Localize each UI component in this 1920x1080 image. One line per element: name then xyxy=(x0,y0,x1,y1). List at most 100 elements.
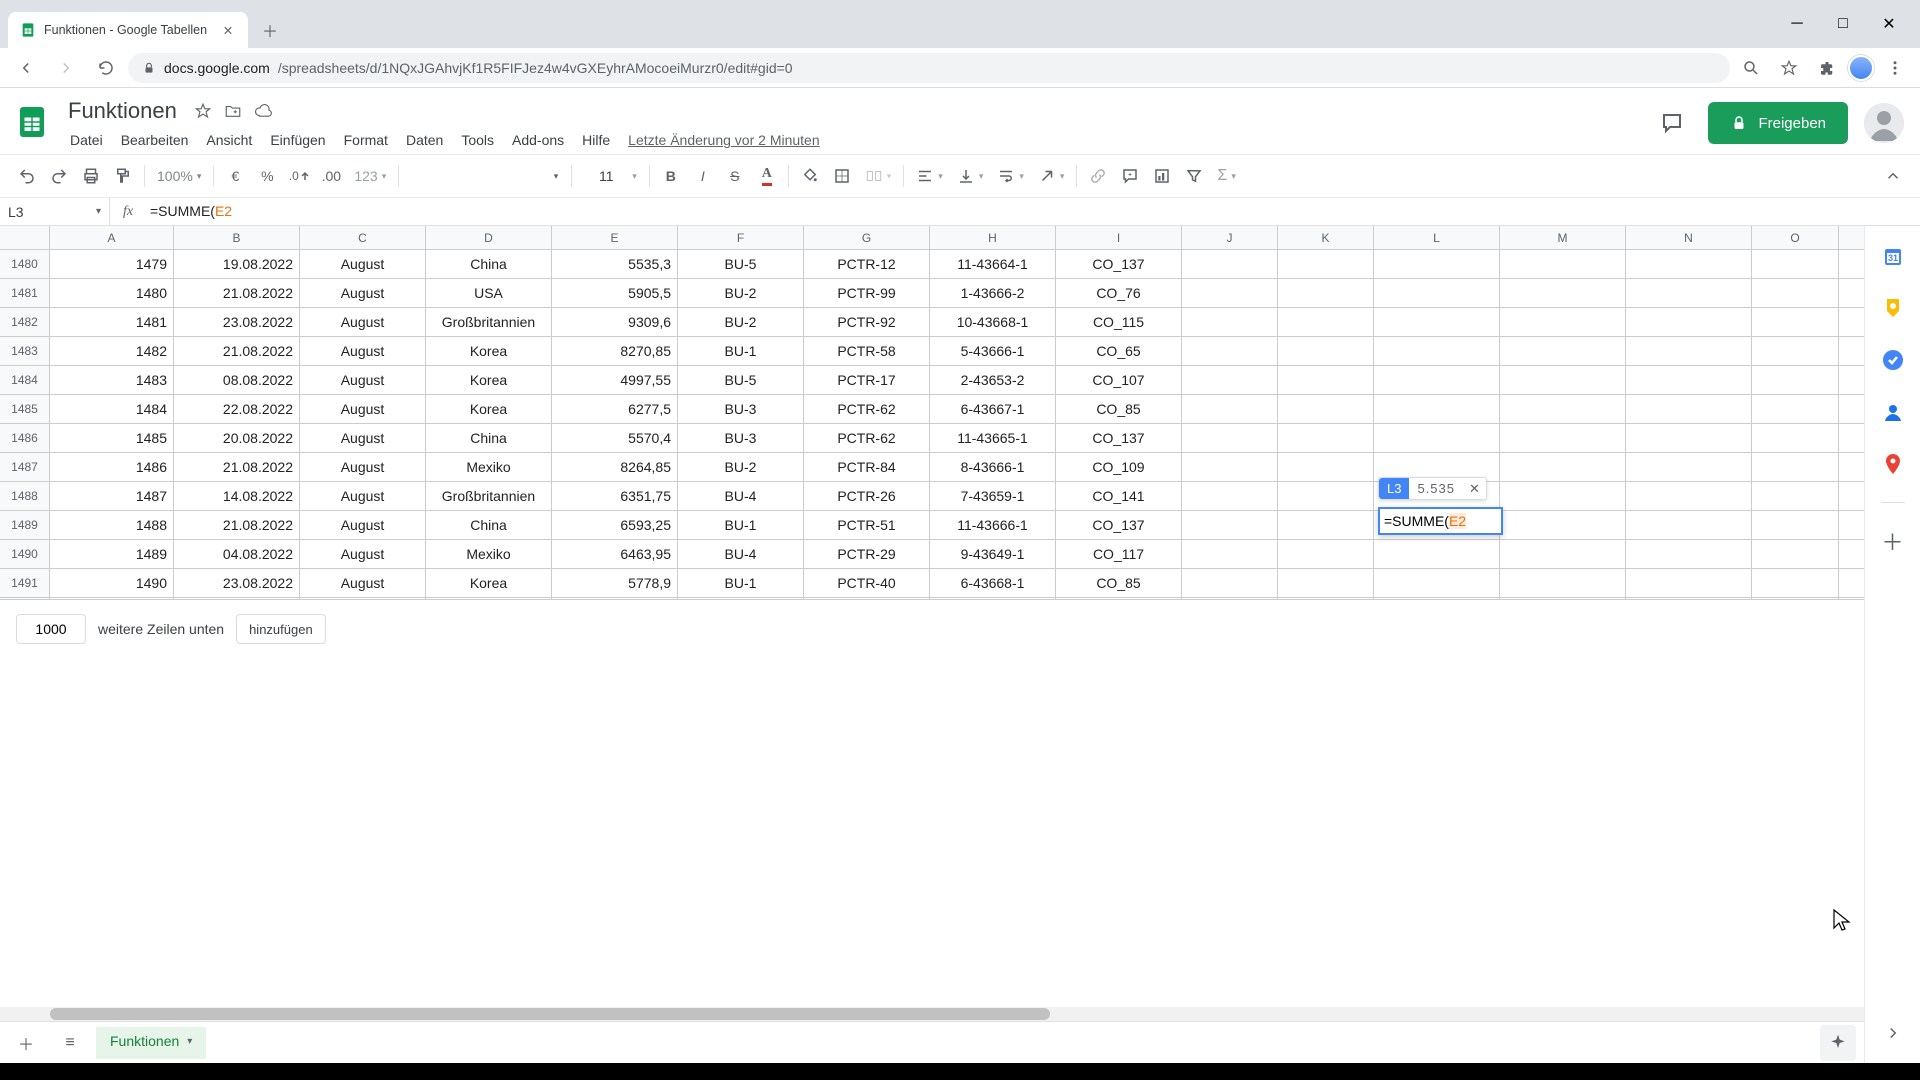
cell[interactable]: Großbritannien xyxy=(426,308,552,336)
cell[interactable] xyxy=(1278,279,1374,307)
minimize-button[interactable]: ─ xyxy=(1774,8,1820,40)
cell[interactable]: PCTR-62 xyxy=(804,424,930,452)
cell[interactable] xyxy=(1626,540,1752,568)
cell[interactable]: 5570,4 xyxy=(552,424,678,452)
insert-chart-button[interactable] xyxy=(1147,161,1177,191)
cell[interactable]: 21.08.2022 xyxy=(174,279,300,307)
cell[interactable]: Korea xyxy=(426,569,552,597)
cell[interactable]: PCTR-51 xyxy=(804,598,930,599)
cell[interactable] xyxy=(1278,366,1374,394)
menu-view[interactable]: Ansicht xyxy=(198,128,260,152)
maps-icon[interactable] xyxy=(1879,450,1907,478)
cell[interactable] xyxy=(1374,540,1500,568)
menu-data[interactable]: Daten xyxy=(398,128,451,152)
cell[interactable]: 19.08.2022 xyxy=(174,250,300,278)
cell[interactable]: 1487 xyxy=(50,482,174,510)
row-header[interactable]: 1488 xyxy=(0,482,50,510)
cell[interactable] xyxy=(1752,250,1839,278)
bold-button[interactable]: B xyxy=(656,161,686,191)
cell[interactable]: 7-43659-1 xyxy=(930,482,1056,510)
cell[interactable]: Korea xyxy=(426,366,552,394)
row-header[interactable]: 1484 xyxy=(0,366,50,394)
row-header[interactable]: 1486 xyxy=(0,424,50,452)
cell[interactable] xyxy=(1626,366,1752,394)
cell[interactable]: PCTR-40 xyxy=(804,569,930,597)
cell[interactable]: BU-3 xyxy=(678,395,804,423)
select-all-corner[interactable] xyxy=(0,226,50,249)
cell[interactable]: Deutschland xyxy=(426,598,552,599)
spreadsheet-grid[interactable]: 1480147919.08.2022AugustChina5535,3BU-5P… xyxy=(0,250,1864,599)
cell[interactable] xyxy=(1374,395,1500,423)
cell[interactable]: PCTR-62 xyxy=(804,395,930,423)
menu-tools[interactable]: Tools xyxy=(453,128,502,152)
cell[interactable] xyxy=(1500,366,1626,394)
last-edit-link[interactable]: Letzte Änderung vor 2 Minuten xyxy=(628,132,819,148)
cell[interactable] xyxy=(1626,395,1752,423)
zoom-icon[interactable] xyxy=(1734,51,1768,85)
cell[interactable]: 1480 xyxy=(50,279,174,307)
number-format-select[interactable]: 123▾ xyxy=(348,168,392,184)
add-rows-count-input[interactable] xyxy=(16,614,86,644)
menu-file[interactable]: Datei xyxy=(62,128,111,152)
cell[interactable] xyxy=(1278,569,1374,597)
cell[interactable]: 6593,25 xyxy=(552,511,678,539)
cell[interactable]: 22.08.2022 xyxy=(174,395,300,423)
font-size-select[interactable]: 11▾ xyxy=(578,168,643,184)
cell[interactable] xyxy=(1500,279,1626,307)
cell[interactable]: CO_141 xyxy=(1056,482,1182,510)
share-button[interactable]: Freigeben xyxy=(1708,102,1848,144)
chrome-menu-icon[interactable] xyxy=(1878,51,1912,85)
cell[interactable] xyxy=(1278,598,1374,599)
currency-button[interactable]: € xyxy=(220,161,250,191)
filter-button[interactable] xyxy=(1179,161,1209,191)
cell[interactable]: Mexiko xyxy=(426,453,552,481)
cell[interactable]: August xyxy=(300,511,426,539)
cell[interactable]: August xyxy=(300,569,426,597)
cell[interactable] xyxy=(1182,308,1278,336)
back-button[interactable] xyxy=(8,50,44,86)
cell[interactable]: 23.08.2022 xyxy=(174,569,300,597)
cell[interactable] xyxy=(1500,453,1626,481)
inline-cell-editor[interactable]: L3 5.535 ✕ =SUMME(E2 xyxy=(1378,507,1503,535)
close-window-button[interactable]: ✕ xyxy=(1866,8,1912,40)
cell[interactable]: Korea xyxy=(426,395,552,423)
cell[interactable]: 1491 xyxy=(50,598,174,599)
merge-cells-button[interactable]: ▾ xyxy=(859,167,898,185)
print-button[interactable] xyxy=(76,161,106,191)
cell[interactable] xyxy=(1278,395,1374,423)
cell[interactable]: 1489 xyxy=(50,540,174,568)
fill-color-button[interactable] xyxy=(795,161,825,191)
cell[interactable]: BU-5 xyxy=(678,250,804,278)
cell[interactable] xyxy=(1752,279,1839,307)
cell[interactable] xyxy=(1752,598,1839,599)
cell[interactable] xyxy=(1182,511,1278,539)
cell[interactable]: August xyxy=(300,366,426,394)
all-sheets-button[interactable]: ≡ xyxy=(52,1025,88,1061)
insert-comment-button[interactable] xyxy=(1115,161,1145,191)
increase-decimal-button[interactable]: .00 xyxy=(316,161,346,191)
cell[interactable]: 6351,75 xyxy=(552,482,678,510)
cell[interactable] xyxy=(1500,511,1626,539)
cell[interactable]: 4997,55 xyxy=(552,366,678,394)
cell[interactable] xyxy=(1500,308,1626,336)
strikethrough-button[interactable]: S xyxy=(720,161,750,191)
cell[interactable] xyxy=(1626,569,1752,597)
cell[interactable] xyxy=(1626,511,1752,539)
cell[interactable]: 21.08.2022 xyxy=(174,453,300,481)
cell[interactable] xyxy=(1752,308,1839,336)
cell[interactable] xyxy=(1752,366,1839,394)
cell[interactable]: BU-4 xyxy=(678,540,804,568)
cell[interactable]: Großbritannien xyxy=(426,482,552,510)
cell[interactable] xyxy=(1278,540,1374,568)
cell[interactable]: 6277,5 xyxy=(552,395,678,423)
cell[interactable] xyxy=(1752,337,1839,365)
cell[interactable] xyxy=(1752,453,1839,481)
cell[interactable]: PCTR-51 xyxy=(804,511,930,539)
cell[interactable]: BU-2 xyxy=(678,279,804,307)
cell[interactable] xyxy=(1278,424,1374,452)
cell[interactable]: 1481 xyxy=(50,308,174,336)
cell[interactable]: 5-43666-1 xyxy=(930,337,1056,365)
font-select[interactable]: ▾ xyxy=(405,170,565,183)
cell[interactable]: Mexiko xyxy=(426,540,552,568)
bookmark-icon[interactable] xyxy=(1772,51,1806,85)
